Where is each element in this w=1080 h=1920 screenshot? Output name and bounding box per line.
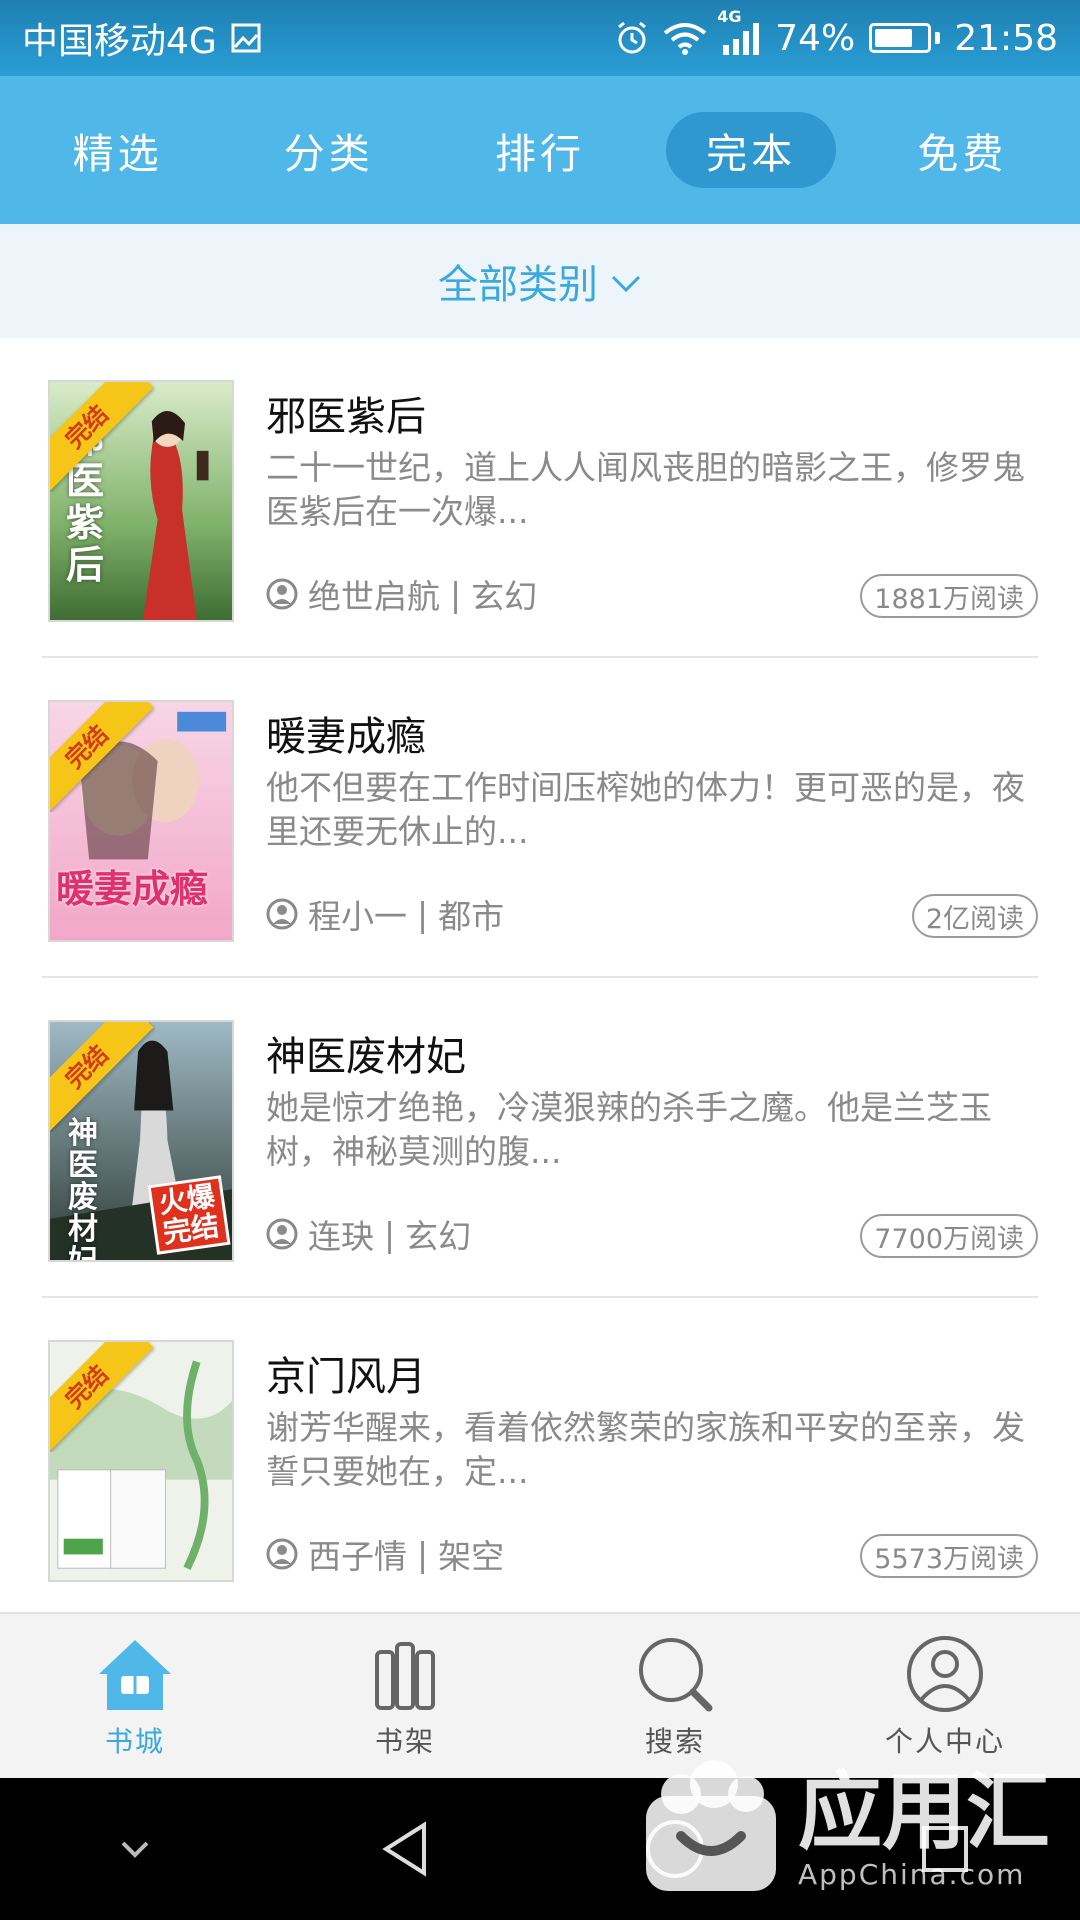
nav-item-search[interactable]: 搜索 (575, 1632, 775, 1760)
book-meta: 西子情 | 架空 (266, 1530, 504, 1578)
book-meta: 程小一 | 都市 (266, 890, 504, 938)
book-title[interactable]: 邪医紫后 (266, 384, 426, 442)
book-title[interactable]: 京门风月 (266, 1344, 426, 1402)
wifi-icon (663, 21, 707, 55)
nav-label: 书架 (374, 1725, 435, 1758)
top-tab-bar: 精选 分类 排行 完本 免费 (0, 76, 1080, 224)
home-circle-icon (646, 1820, 704, 1878)
read-count-badge: 5573万阅读 (860, 1534, 1038, 1578)
book-title[interactable]: 神医废材妃 (266, 1024, 466, 1082)
cover-title-text: 暖妻成瘾 (56, 866, 209, 911)
network-type-label: 4G (717, 7, 742, 26)
completed-ribbon: 完结 (50, 1022, 154, 1132)
read-count-badge: 7700万阅读 (860, 1214, 1038, 1258)
back-button[interactable] (345, 1789, 465, 1909)
status-bar-left: 中国移动4G (22, 12, 261, 64)
book-category: 玄幻 (405, 1217, 472, 1256)
tab-free[interactable]: 免费 (877, 112, 1047, 188)
book-list-item[interactable]: 暖妻成瘾 完结 暖妻成瘾 他不但要在工作时间压榨她的体力！更可恶的是，夜里还要无… (42, 658, 1038, 978)
category-filter-dropdown[interactable]: 全部类别 (0, 224, 1080, 338)
book-category: 玄幻 (471, 577, 538, 616)
nav-item-bookstore[interactable]: 书城 (35, 1632, 235, 1760)
search-icon (633, 1632, 717, 1716)
read-count-badge: 2亿阅读 (911, 894, 1038, 938)
tab-featured[interactable]: 精选 (33, 112, 203, 188)
user-icon (266, 1218, 298, 1250)
image-notification-icon (231, 23, 261, 53)
book-cover[interactable]: 邪医紫后 完结 (48, 380, 234, 622)
alarm-icon (615, 21, 649, 55)
chevron-down-icon (121, 1841, 149, 1858)
clock: 21:58 (954, 17, 1058, 59)
book-author: 西子情 (308, 1537, 407, 1576)
book-description: 他不但要在工作时间压榨她的体力！更可恶的是，夜里还要无休止的... (266, 768, 1025, 851)
meta-separator: | (384, 1214, 396, 1254)
user-icon (266, 1538, 298, 1570)
book-author: 连玦 (308, 1217, 374, 1256)
book-title[interactable]: 暖妻成瘾 (266, 704, 426, 762)
status-bar-right: 4G 74% 21:58 (615, 7, 1058, 59)
book-list-item[interactable]: 神医废材妃 火爆完结 完结 神医废材妃 她是惊才绝艳，冷漠狠辣的杀手之魔。他是兰… (42, 978, 1038, 1298)
nav-item-bookshelf[interactable]: 书架 (305, 1632, 505, 1760)
category-filter-label: 全部类别 (438, 262, 598, 308)
home-button[interactable] (615, 1789, 735, 1909)
chevron-down-icon (610, 258, 642, 304)
battery-icon (869, 23, 941, 53)
book-list-item[interactable]: 完结 京门风月 谢芳华醒来，看着依然繁荣的家族和平安的至亲，发誓只要她在，定..… (42, 1298, 1038, 1618)
book-meta: 绝世启航 | 玄幻 (266, 570, 537, 618)
completed-ribbon: 完结 (50, 702, 154, 812)
user-icon (266, 578, 298, 610)
meta-separator: | (450, 574, 462, 614)
bookshelf-icon (363, 1632, 447, 1716)
book-list: 邪医紫后 完结 邪医紫后 二十一世纪，道上人人闻风丧胆的暗影之王，修罗鬼医紫后在… (0, 338, 1080, 1618)
book-description: 她是惊才绝艳，冷漠狠辣的杀手之魔。他是兰芝玉树，神秘莫测的腹... (266, 1088, 992, 1171)
meta-separator: | (417, 1534, 429, 1574)
bottom-nav-bar: 书城 书架 搜索 个人中心 (0, 1612, 1080, 1778)
read-count-badge: 1881万阅读 (860, 574, 1038, 618)
battery-fill (875, 29, 913, 47)
tab-rankings[interactable]: 排行 (455, 112, 625, 188)
book-cover[interactable]: 神医废材妃 火爆完结 完结 (48, 1020, 234, 1262)
book-author: 绝世启航 (308, 577, 440, 616)
book-cover[interactable]: 完结 (48, 1340, 234, 1582)
back-triangle-icon (382, 1821, 426, 1877)
recents-square-icon (922, 1826, 968, 1872)
book-description: 谢芳华醒来，看着依然繁荣的家族和平安的至亲，发誓只要她在，定... (266, 1408, 1025, 1491)
meta-separator: | (417, 894, 429, 934)
hide-nav-button[interactable] (75, 1789, 195, 1909)
nav-label: 搜索 (644, 1725, 705, 1758)
book-meta: 连玦 | 玄幻 (266, 1210, 471, 1258)
book-category: 架空 (438, 1537, 505, 1576)
tab-completed[interactable]: 完本 (666, 112, 837, 188)
tab-categories[interactable]: 分类 (244, 112, 414, 188)
status-bar: 中国移动4G 4G 74% 21:58 (0, 0, 1080, 76)
cover-stamp: 火爆完结 (147, 1175, 231, 1255)
book-author: 程小一 (308, 897, 407, 936)
nav-label: 书城 (104, 1725, 165, 1758)
completed-ribbon: 完结 (50, 382, 154, 492)
book-category: 都市 (438, 897, 505, 936)
carrier-label: 中国移动4G (22, 21, 217, 62)
recent-apps-button[interactable] (885, 1789, 1005, 1909)
cover-title-text: 神医废材妃 (68, 1116, 98, 1262)
profile-icon (903, 1632, 987, 1716)
completed-ribbon: 完结 (50, 1342, 154, 1452)
user-icon (266, 898, 298, 930)
nav-label: 个人中心 (884, 1725, 1005, 1758)
book-cover[interactable]: 暖妻成瘾 完结 (48, 700, 234, 942)
cellular-signal-icon: 4G (717, 7, 761, 55)
system-nav-bar (0, 1778, 1080, 1920)
nav-item-profile[interactable]: 个人中心 (845, 1632, 1045, 1760)
book-description: 二十一世纪，道上人人闻风丧胆的暗影之王，修罗鬼医紫后在一次爆... (266, 448, 1025, 531)
battery-percent: 74% (775, 17, 856, 59)
book-list-item[interactable]: 邪医紫后 完结 邪医紫后 二十一世纪，道上人人闻风丧胆的暗影之王，修罗鬼医紫后在… (42, 338, 1038, 658)
bookstore-icon (93, 1632, 177, 1716)
